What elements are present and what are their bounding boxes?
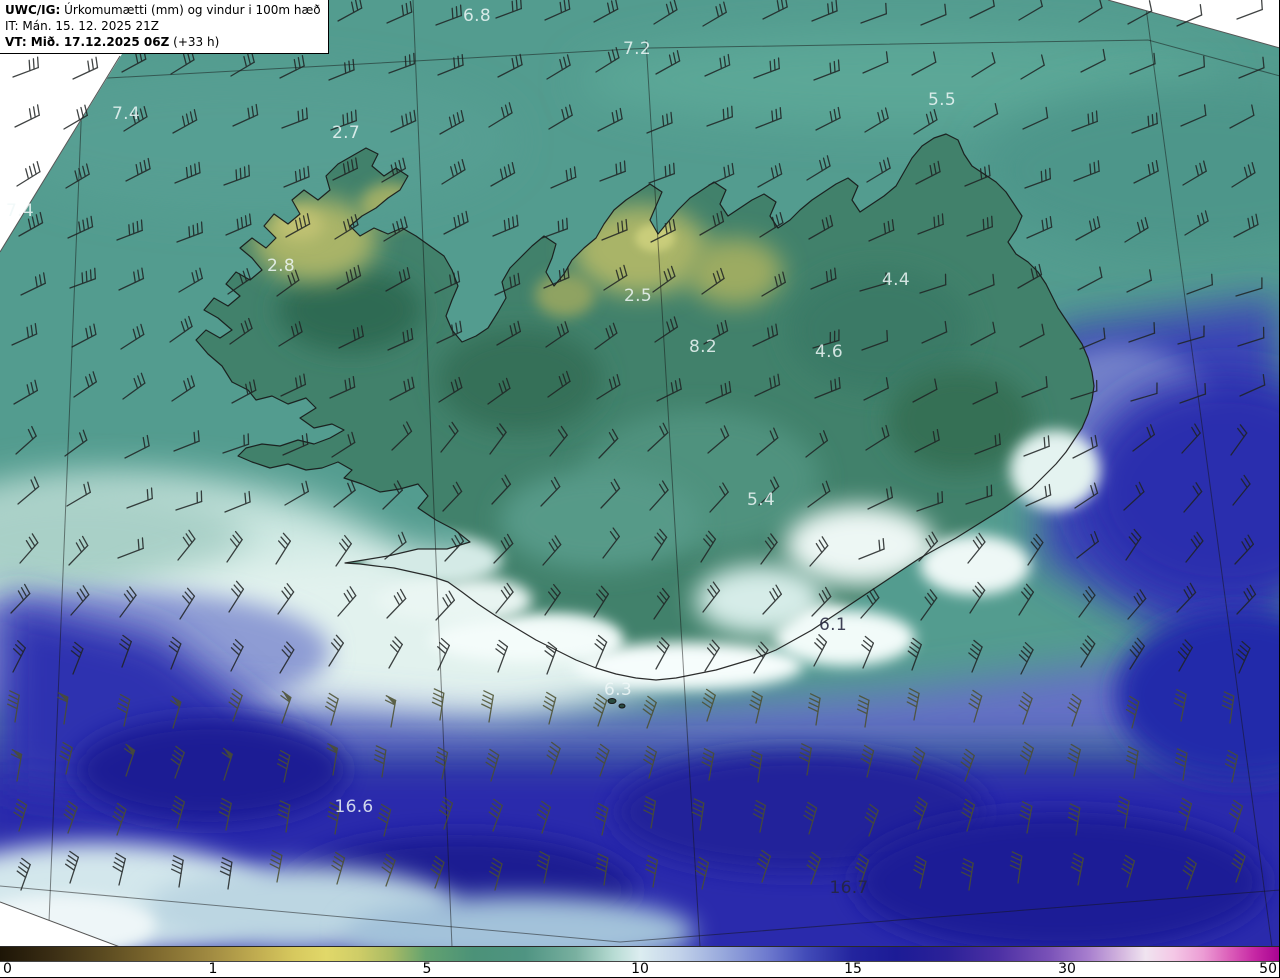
map-title-line1: UWC/IG: Úrkomumætti (mm) og vindur i 100… bbox=[5, 3, 321, 17]
colorbar-tick-label: 50 bbox=[1259, 961, 1277, 977]
map-init-time: IT: Mán. 15. 12. 2025 21Z bbox=[5, 19, 159, 33]
colorbar-tick-label: 10 bbox=[631, 961, 649, 977]
map-valid-time: VT: Mið. 17.12.2025 06Z (+33 h) bbox=[5, 35, 220, 49]
weather-map-screenshot: UWC/IG: Úrkomumætti (mm) og vindur i 100… bbox=[0, 0, 1280, 978]
colorbar-tick-label: 15 bbox=[844, 961, 862, 977]
map-title-box: UWC/IG: Úrkomumætti (mm) og vindur i 100… bbox=[0, 0, 329, 54]
colorbar-tick-label: 30 bbox=[1058, 961, 1076, 977]
colorbar-tick-label: 0 bbox=[3, 961, 12, 977]
colorbar-tick-label: 5 bbox=[422, 961, 432, 977]
colorbar-tick-labels: 0 1 5 10 15 30 50 bbox=[0, 961, 1279, 977]
model-name-label: UWC/IG: bbox=[5, 3, 61, 17]
colorbar-tick-label: 1 bbox=[208, 961, 218, 977]
precipitation-colorbar bbox=[0, 946, 1279, 962]
precipitation-wind-map-canvas bbox=[0, 0, 1279, 947]
